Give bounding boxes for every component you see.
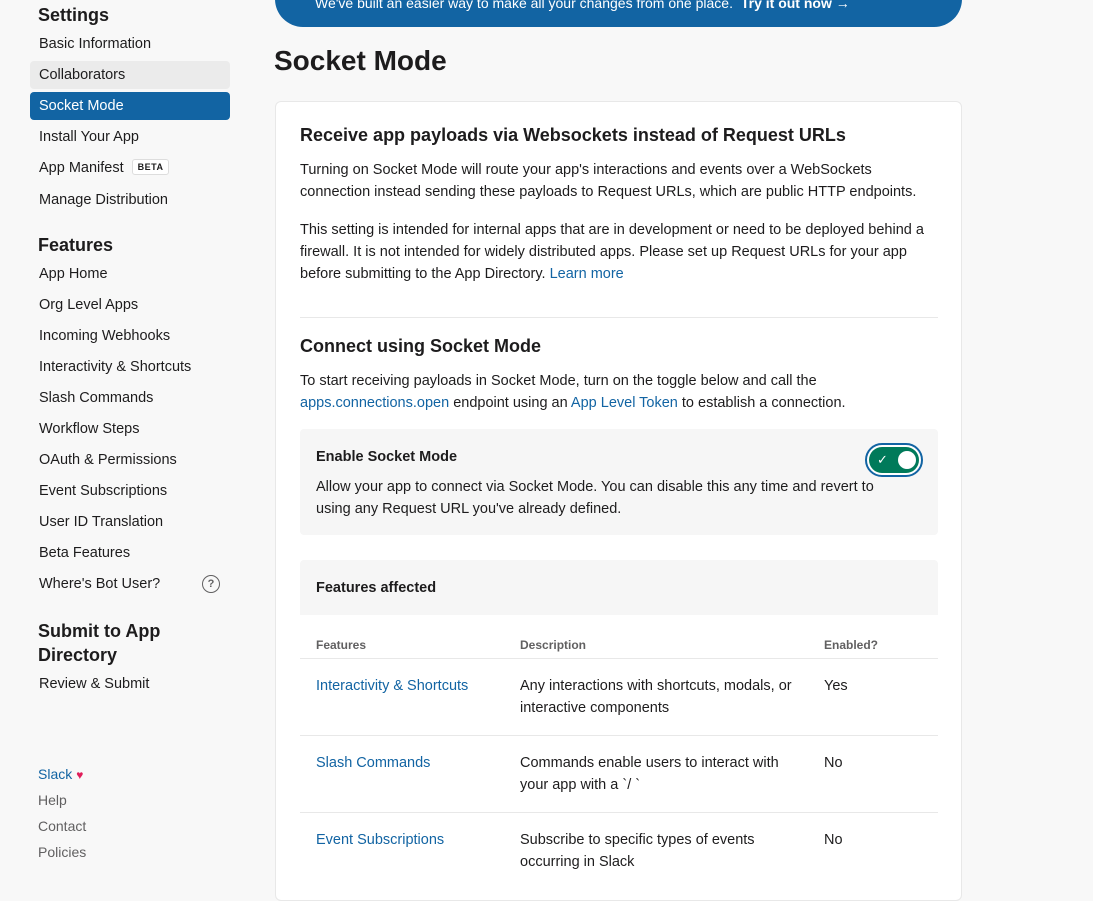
table-cell-enabled: Yes	[824, 678, 848, 694]
section-divider	[300, 317, 938, 318]
footer-policies-link[interactable]: Policies	[38, 842, 86, 862]
sidebar-item-event-subscriptions[interactable]: Event Subscriptions	[30, 477, 230, 505]
connect-text-1: To start receiving payloads in Socket Mo…	[300, 373, 817, 389]
try-it-out-link[interactable]: Try it out now →	[741, 0, 850, 11]
table-cell-description: Commands enable users to interact with y…	[520, 755, 779, 793]
announcement-banner: We've built an easier way to make all yo…	[275, 0, 962, 27]
sidebar-item-interactivity-shortcuts[interactable]: Interactivity & Shortcuts	[30, 353, 230, 381]
sidebar-item-install-your-app[interactable]: Install Your App	[30, 123, 230, 151]
connect-instructions: To start receiving payloads in Socket Mo…	[300, 370, 936, 414]
heart-icon: ♥	[76, 768, 84, 782]
column-header-features: Features	[316, 638, 367, 652]
socket-mode-toggle[interactable]: ✓	[865, 443, 923, 477]
toggle-knob	[898, 451, 916, 469]
toggle-track: ✓	[869, 447, 919, 473]
table-row-divider	[300, 735, 938, 736]
connect-text-2: endpoint using an	[453, 395, 568, 411]
table-cell-description: Subscribe to specific types of events oc…	[520, 832, 755, 870]
sidebar-item-app-manifest[interactable]: App Manifest BETA	[30, 154, 230, 182]
enable-socket-mode-label: Enable Socket Mode	[316, 449, 458, 465]
checkmark-icon: ✓	[877, 452, 888, 467]
banner-cta-label: Try it out now	[740, 0, 832, 11]
column-header-description: Description	[520, 638, 587, 652]
banner-text: We've built an easier way to make all yo…	[315, 0, 733, 11]
sidebar-item-manage-distribution[interactable]: Manage Distribution	[30, 186, 230, 214]
features-affected-title: Features affected	[316, 580, 437, 596]
footer-slack-link[interactable]: Slack ♥	[38, 764, 83, 785]
socket-mode-description: Turning on Socket Mode will route your a…	[300, 162, 917, 200]
enable-socket-mode-panel: Enable Socket Mode Allow your app to con…	[300, 429, 938, 535]
sidebar-item-wheres-bot-user[interactable]: Where's Bot User? ?	[30, 570, 230, 598]
feature-link-event-subscriptions[interactable]: Event Subscriptions	[316, 829, 496, 851]
apps-connections-open-link[interactable]: apps.connections.open	[300, 395, 449, 411]
column-header-enabled: Enabled?	[824, 638, 879, 652]
page-title: Socket Mode	[274, 45, 447, 76]
sidebar-item-socket-mode[interactable]: Socket Mode	[30, 92, 230, 120]
sidebar-item-collaborators[interactable]: Collaborators	[30, 61, 230, 89]
learn-more-link[interactable]: Learn more	[550, 266, 624, 282]
footer-help-link[interactable]: Help	[38, 790, 67, 810]
table-cell-enabled: No	[824, 755, 843, 771]
connect-socket-mode-heading: Connect using Socket Mode	[300, 336, 542, 356]
socket-mode-intended-use: This setting is intended for internal ap…	[300, 219, 936, 285]
sidebar-item-app-home[interactable]: App Home	[30, 260, 230, 288]
sidebar-item-basic-information[interactable]: Basic Information	[30, 30, 230, 58]
sidebar-item-beta-features[interactable]: Beta Features	[30, 539, 230, 567]
sidebar-item-slash-commands[interactable]: Slash Commands	[30, 384, 230, 412]
app-level-token-link[interactable]: App Level Token	[571, 395, 678, 411]
socket-mode-card: Receive app payloads via Websockets inst…	[275, 101, 962, 901]
sidebar-item-user-id-translation[interactable]: User ID Translation	[30, 508, 230, 536]
features-section-title: Features	[38, 235, 114, 255]
question-circle-icon: ?	[202, 575, 220, 593]
footer-slack-label: Slack	[38, 766, 73, 782]
footer-contact-link[interactable]: Contact	[38, 816, 86, 836]
sidebar-item-label: Where's Bot User?	[39, 576, 161, 592]
feature-link-interactivity-shortcuts[interactable]: Interactivity & Shortcuts	[316, 675, 496, 697]
table-cell-description: Any interactions with shortcuts, modals,…	[520, 678, 792, 716]
sidebar-item-oauth-permissions[interactable]: OAuth & Permissions	[30, 446, 230, 474]
sidebar-item-workflow-steps[interactable]: Workflow Steps	[30, 415, 230, 443]
table-cell-enabled: No	[824, 832, 843, 848]
feature-link-slash-commands[interactable]: Slash Commands	[316, 752, 496, 774]
sidebar-item-label: App Manifest	[39, 160, 124, 176]
sidebar-item-review-submit[interactable]: Review & Submit	[30, 670, 230, 698]
submit-section-title: Submit to App Directory	[38, 621, 161, 665]
features-affected-header: Features affected	[300, 560, 938, 615]
receive-payloads-heading: Receive app payloads via Websockets inst…	[300, 125, 846, 145]
sidebar-item-org-level-apps[interactable]: Org Level Apps	[30, 291, 230, 319]
banner-content: We've built an easier way to make all yo…	[315, 0, 850, 13]
settings-section-title: Settings	[38, 5, 110, 25]
table-row-divider	[300, 812, 938, 813]
table-header-divider	[300, 658, 938, 659]
arrow-right-icon: →	[835, 0, 850, 11]
connect-text-3: to establish a connection.	[681, 395, 846, 411]
sidebar-item-incoming-webhooks[interactable]: Incoming Webhooks	[30, 322, 230, 350]
beta-badge: BETA	[131, 159, 170, 175]
sidebar: Settings Basic Information Collaborators…	[0, 0, 260, 873]
enable-socket-mode-description: Allow your app to connect via Socket Mod…	[316, 479, 874, 517]
